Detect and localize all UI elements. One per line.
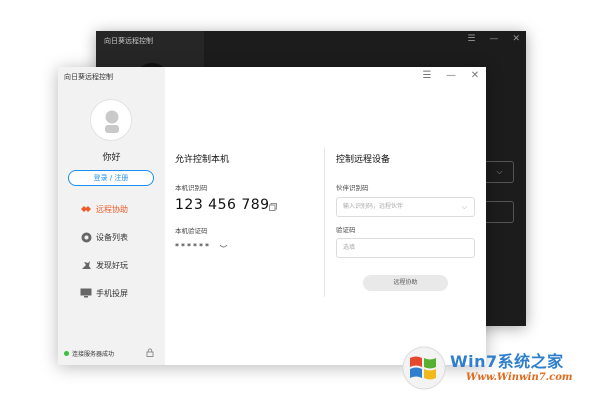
local-code-label: 本机验证码	[175, 227, 208, 235]
background-window-controls: ☰ — ✕	[467, 34, 520, 44]
sidebar-item-label: 远程协助	[96, 204, 128, 214]
menu-icon[interactable]: ☰	[422, 70, 432, 81]
control-remote-title: 控制远程设备	[336, 155, 391, 165]
status-text: 连接服务器成功	[72, 351, 115, 358]
minimize-icon[interactable]: —	[446, 70, 456, 81]
close-icon[interactable]: ✕	[512, 34, 520, 44]
menu-icon[interactable]: ☰	[467, 34, 475, 44]
copy-icon[interactable]	[269, 203, 277, 211]
lock-icon[interactable]	[146, 348, 154, 357]
screen-cast-icon	[80, 287, 92, 299]
sidebar-item-screen-cast[interactable]: 手机投屏	[80, 286, 128, 300]
sidebar-item-remote-assist[interactable]: 远程协助	[80, 202, 128, 216]
chevron-down-icon[interactable]: ⌵	[462, 198, 467, 216]
sidebar-item-label: 手机投屏	[96, 288, 128, 298]
background-input[interactable]	[486, 201, 514, 223]
panel-divider	[324, 147, 325, 297]
main-window: 向日葵远程控制 你好 登录 / 注册 远程协助 设备列表 发现好玩 手机投屏 连…	[58, 67, 486, 365]
watermark-brand: Win7系统之家	[450, 352, 564, 371]
background-window-title: 向日葵远程控制	[104, 37, 153, 45]
partner-id-label: 伙伴识别码	[336, 184, 369, 192]
windows-logo-icon	[402, 346, 446, 390]
background-select[interactable]: ⌵	[486, 161, 514, 183]
sidebar-item-device-list[interactable]: 设备列表	[80, 230, 128, 244]
local-id-label: 本机识别码	[175, 184, 208, 192]
nickname: 你好	[102, 153, 121, 163]
login-button[interactable]: 登录 / 注册	[68, 170, 154, 186]
device-list-icon	[80, 231, 92, 243]
watermark-url: Www.Winwin7.com	[466, 372, 573, 383]
window-controls: ☰ — ✕	[422, 70, 480, 81]
handshake-icon	[80, 203, 92, 215]
minimize-icon[interactable]: —	[489, 34, 498, 44]
window-title: 向日葵远程控制	[64, 73, 113, 81]
avatar[interactable]	[90, 99, 132, 141]
close-icon[interactable]: ✕	[470, 70, 480, 81]
verify-code-input[interactable]: 选填	[336, 238, 475, 258]
refresh-code-icon[interactable]	[219, 244, 228, 250]
verify-code-label: 验证码	[336, 226, 356, 234]
local-id-value: 123 456 789	[175, 197, 270, 213]
sidebar-item-discover[interactable]: 发现好玩	[80, 258, 128, 272]
remote-assist-button[interactable]: 远程协助	[363, 275, 448, 291]
local-code-value: ******	[175, 242, 211, 251]
sidebar: 向日葵远程控制 你好 登录 / 注册 远程协助 设备列表 发现好玩 手机投屏 连…	[58, 67, 165, 365]
partner-id-input[interactable]: 输入识别码，远程伙伴 ⌵	[336, 197, 475, 217]
allow-control-title: 允许控制本机	[175, 155, 230, 165]
verify-code-placeholder: 选填	[343, 244, 356, 251]
sidebar-item-label: 发现好玩	[96, 260, 128, 270]
partner-id-placeholder: 输入识别码，远程伙伴	[343, 203, 404, 210]
discover-icon	[80, 259, 92, 271]
sidebar-item-label: 设备列表	[96, 232, 128, 242]
connection-status: 连接服务器成功	[64, 349, 114, 358]
status-dot-icon	[64, 351, 69, 356]
user-silhouette-icon	[105, 110, 119, 133]
